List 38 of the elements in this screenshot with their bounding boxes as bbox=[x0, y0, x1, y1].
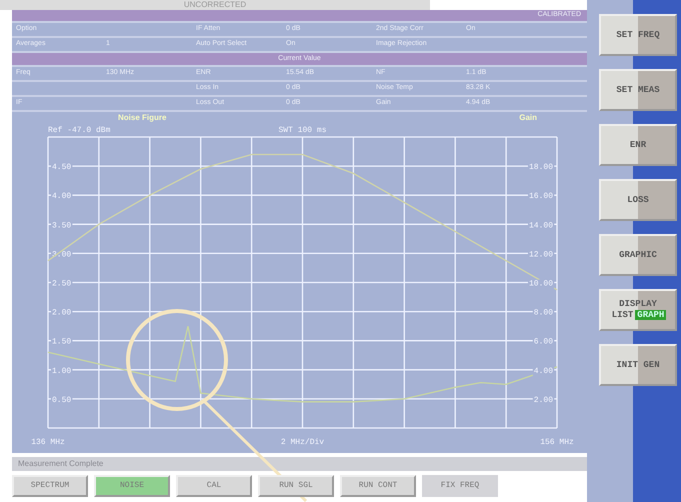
axis-label: 0.50 bbox=[52, 396, 72, 405]
axis-label: 4.50 bbox=[52, 163, 72, 172]
axis-label: 16.00 bbox=[528, 192, 553, 202]
menu-button[interactable]: ENR bbox=[599, 124, 677, 166]
softkey-button[interactable]: NOISE bbox=[94, 475, 170, 497]
frequency-label: 156 MHz bbox=[540, 438, 574, 447]
graph-title: Noise Figure bbox=[118, 113, 166, 123]
menu-button[interactable]: GRAPHIC bbox=[599, 234, 677, 276]
axis-label: 4.00 bbox=[534, 366, 553, 376]
axis-label: 3.50 bbox=[52, 221, 72, 230]
axis-label: 1.00 bbox=[52, 366, 72, 376]
frequency-label: 136 MHz bbox=[31, 438, 65, 447]
axis-label: 8.00 bbox=[534, 308, 553, 318]
menu-button[interactable]: LOSS bbox=[599, 179, 677, 221]
axis-label: 1.50 bbox=[52, 338, 72, 347]
axis-label: 14.00 bbox=[528, 221, 553, 230]
axis-label: 6.00 bbox=[534, 338, 553, 347]
axis-label: 4.00 bbox=[52, 192, 72, 202]
frequency-scale: 2 MHz/Div bbox=[280, 438, 324, 447]
softkey-button[interactable]: RUN SGL bbox=[258, 475, 334, 497]
menu-button[interactable]: SET MEAS bbox=[599, 69, 677, 111]
reference-level: Ref -47.0 dBm bbox=[48, 126, 110, 135]
axis-label: 10.00 bbox=[528, 280, 553, 288]
axis-label: 2.00 bbox=[534, 396, 553, 405]
axis-label: 2.50 bbox=[52, 280, 72, 288]
status-message: Measurement Complete bbox=[12, 457, 587, 471]
toggle-button[interactable]: DISPLAY LIST GRAPH bbox=[599, 289, 677, 331]
menu-button[interactable]: SET FREQ bbox=[599, 14, 677, 56]
axis-label: 18.00 bbox=[528, 163, 553, 172]
sweep-time: SWT 100 ms bbox=[278, 126, 326, 135]
menu-button[interactable]: INIT GEN bbox=[599, 344, 677, 386]
softkey-button[interactable]: RUN CONT bbox=[340, 475, 416, 497]
axis-label: 2.00 bbox=[52, 308, 72, 318]
graph-title: Gain bbox=[519, 113, 537, 123]
axis-label: 12.00 bbox=[528, 250, 553, 260]
window-title: UNCORRECTED bbox=[0, 0, 430, 10]
softkey-button[interactable]: SPECTRUM bbox=[12, 475, 88, 497]
softkey-button[interactable]: CAL bbox=[176, 475, 252, 497]
